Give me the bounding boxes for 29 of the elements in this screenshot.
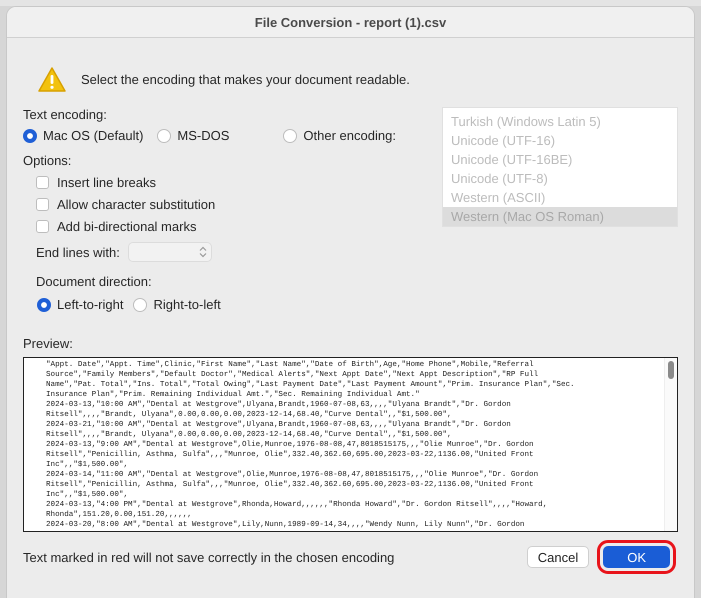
radio-label[interactable]: MS-DOS	[177, 128, 230, 143]
cancel-button[interactable]: Cancel	[526, 546, 590, 568]
radio-button[interactable]	[133, 298, 148, 312]
ok-button[interactable]: OK	[603, 546, 670, 568]
warning-icon	[37, 66, 67, 93]
checkbox-label[interactable]: Add bi-directional marks	[57, 219, 196, 234]
radio-button[interactable]	[37, 298, 51, 312]
radio-button[interactable]	[283, 128, 298, 142]
checkbox[interactable]	[36, 198, 49, 211]
checkbox[interactable]	[36, 220, 49, 233]
scrollbar[interactable]	[664, 358, 677, 531]
checkbox[interactable]	[36, 176, 49, 189]
checkbox-label[interactable]: Allow character substitution	[57, 197, 216, 212]
radio-label[interactable]: Other encoding:	[303, 128, 396, 143]
section-label: Options:	[23, 153, 72, 168]
chevron-updown-icon	[198, 246, 207, 258]
message-text: Select the encoding that makes your document readable.	[81, 72, 410, 87]
checkbox-label[interactable]: Insert line breaks	[57, 175, 156, 190]
radio-button[interactable]	[23, 128, 37, 142]
section-label: Preview:	[23, 336, 74, 351]
radio-label[interactable]: Left-to-right	[57, 297, 124, 312]
radio-label[interactable]: Right-to-left	[153, 297, 221, 312]
radio-button[interactable]	[157, 128, 172, 142]
field-label: End lines with:	[36, 244, 120, 260]
window-title: File Conversion - report (1).csv	[254, 14, 446, 30]
footer-note: Text marked in red will not save correctly in the chosen encoding	[23, 550, 394, 564]
radio-label[interactable]: Mac OS (Default)	[43, 128, 144, 143]
section-label: Document direction:	[36, 274, 153, 289]
section-label: Text encoding:	[23, 107, 108, 122]
